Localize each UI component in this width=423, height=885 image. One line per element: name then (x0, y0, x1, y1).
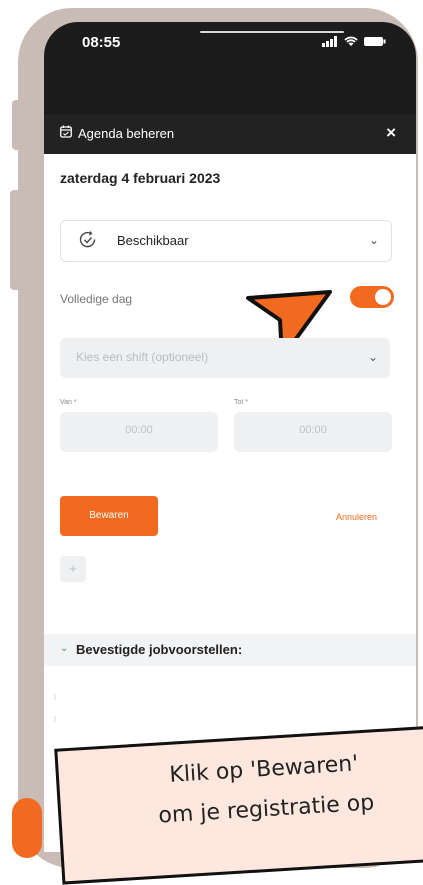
add-button[interactable]: + (60, 556, 86, 582)
divider (54, 694, 56, 700)
save-button[interactable]: Bewaren (60, 496, 158, 536)
notch-line (200, 31, 344, 33)
signal-icon (322, 36, 337, 47)
confirmed-proposals-title: Bevestigde jobvoorstellen: (76, 642, 243, 657)
from-label: Van * (60, 399, 77, 406)
callout-line-2: om je registratie op (157, 790, 375, 829)
from-time-input[interactable]: 00:00 (60, 412, 218, 452)
close-button[interactable]: × (386, 123, 396, 143)
status-bar: 08:55 (44, 22, 416, 114)
chevron-down-icon: ⌄ (60, 643, 69, 654)
phone-side-button (12, 100, 26, 150)
modal-title: Agenda beheren (78, 126, 175, 141)
calendar-icon (60, 125, 72, 138)
callout-line-1: Klik op 'Bewaren' (168, 751, 359, 788)
wifi-icon (344, 36, 358, 46)
cancel-link[interactable]: Annuleren (336, 512, 377, 522)
to-label: Tot * (234, 399, 249, 406)
toggle-knob (375, 289, 391, 305)
full-day-toggle[interactable] (350, 286, 394, 308)
chevron-down-icon: ⌄ (368, 233, 379, 247)
status-icons (322, 36, 386, 47)
status-time: 08:55 (82, 34, 121, 51)
phone-screen: 08:55 Agenda beheren × zaterdag 4 februa… (44, 22, 416, 852)
clock-refresh-icon (79, 231, 96, 248)
to-time-input[interactable]: 00:00 (234, 412, 392, 452)
divider (54, 716, 56, 722)
battery-icon (364, 37, 386, 46)
from-time-value: 00:00 (125, 424, 153, 436)
chevron-down-icon: ⌄ (367, 350, 378, 364)
phone-side-button (10, 190, 26, 290)
confirmed-proposals-header[interactable]: ⌄ Bevestigde jobvoorstellen: (44, 634, 416, 666)
shift-select[interactable]: Kies een shift (optioneel) ⌄ (60, 338, 390, 378)
to-time-value: 00:00 (299, 424, 327, 436)
shift-select-placeholder: Kies een shift (optioneel) (76, 350, 209, 364)
availability-select-value: Beschikbaar (117, 233, 189, 248)
modal-header: Agenda beheren × (44, 114, 416, 154)
full-day-label: Volledige dag (60, 292, 133, 306)
instruction-callout: Klik op 'Bewaren' om je registratie op (54, 723, 423, 885)
selected-date: zaterdag 4 februari 2023 (60, 170, 221, 186)
availability-select[interactable]: Beschikbaar ⌄ (60, 220, 392, 262)
callout-marker-icon (12, 798, 42, 858)
